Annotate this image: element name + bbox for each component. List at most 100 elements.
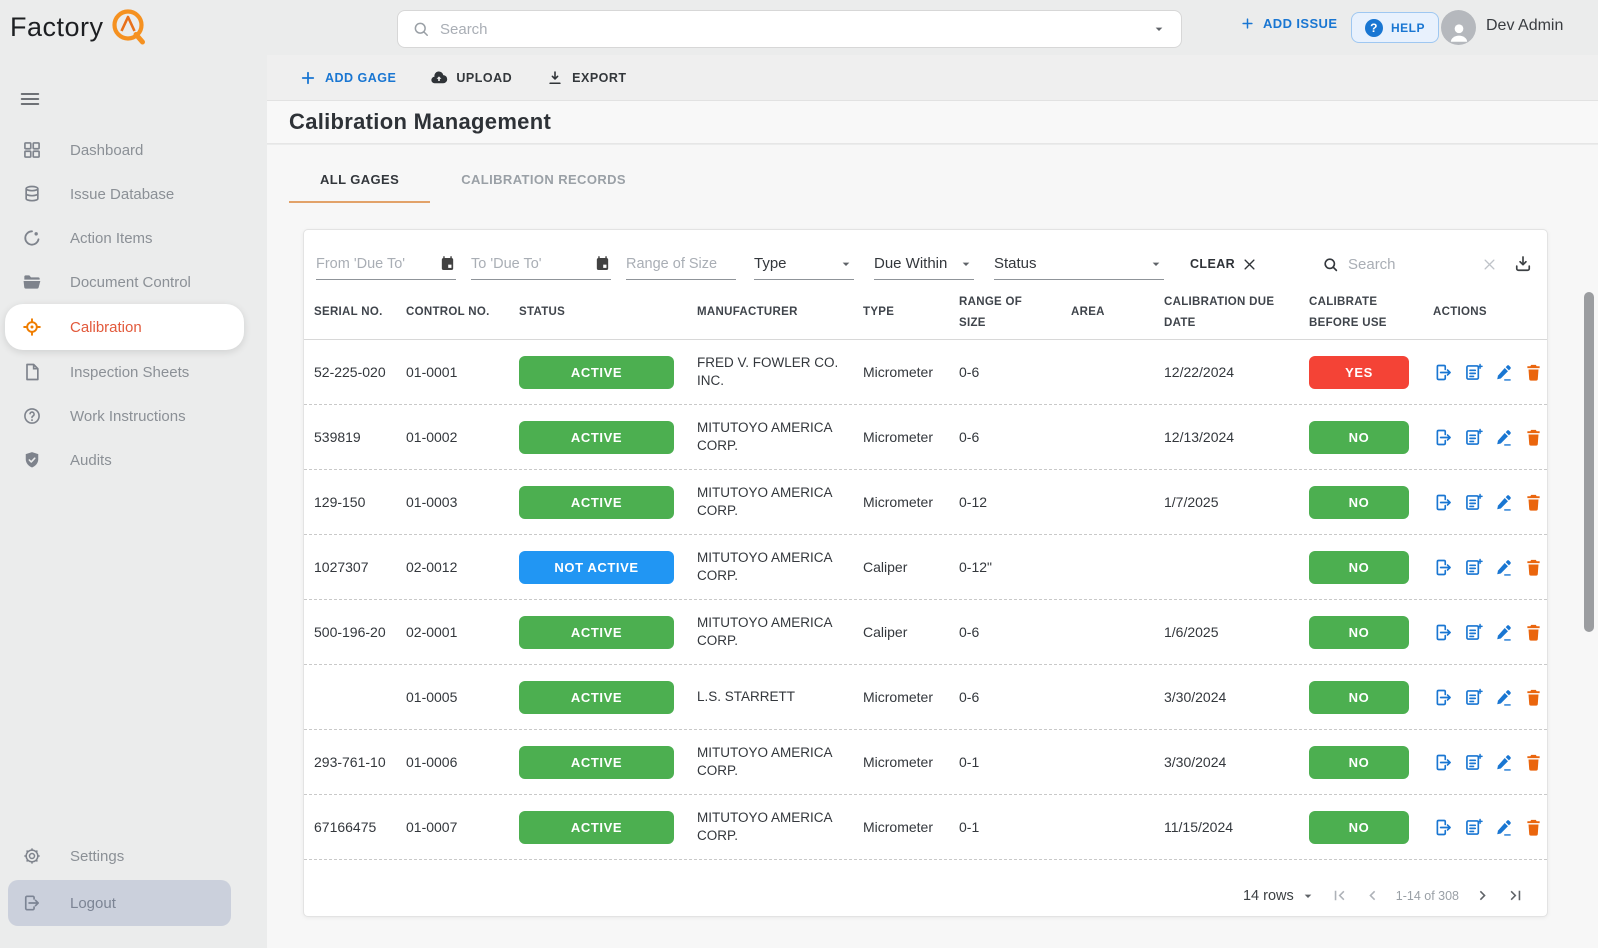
add-record-button[interactable] [1463,817,1484,838]
calibrate-before-use-badge: NO [1309,810,1409,844]
app-logo-icon [107,5,151,49]
clear-filters-label: CLEAR [1190,257,1236,271]
open-record-button[interactable] [1433,557,1454,578]
add-record-button[interactable] [1463,492,1484,513]
open-record-button[interactable] [1433,492,1454,513]
table-row: 67166475 01-0007 ACTIVE MITUTOYO AMERICA CO… [304,795,1547,860]
download-table-icon[interactable] [1513,254,1533,274]
gages-card: From 'Due To' To 'Due To' Range of Size … [303,229,1548,917]
open-record-button[interactable] [1433,687,1454,708]
sidebar-item-inspection-sheets[interactable]: Inspection Sheets [0,350,267,394]
manufacturer-cell: MITUTOYO AMERICA CORP. [697,484,832,518]
delete-record-button[interactable] [1523,427,1544,448]
clear-filters-button[interactable]: CLEAR [1190,257,1257,272]
control-no-cell: 02-0001 [406,624,458,640]
upload-button[interactable]: UPLOAD [424,69,518,87]
add-record-button[interactable] [1463,362,1484,383]
open-record-icon [1433,752,1454,773]
to-due-to-field[interactable]: To 'Due To' [471,248,611,280]
user-name[interactable]: Dev Admin [1486,17,1563,35]
sidebar-item-action-items[interactable]: Action Items [0,216,267,260]
next-page-icon[interactable] [1473,886,1492,905]
export-button[interactable]: EXPORT [540,69,632,87]
edit-record-button[interactable] [1493,362,1514,383]
manufacturer-cell: MITUTOYO AMERICA CORP. [697,419,832,453]
sidebar-item-calibration[interactable]: Calibration [5,304,244,350]
first-page-icon[interactable] [1330,886,1349,905]
add-issue-button[interactable]: ADD ISSUE [1240,16,1337,31]
actions-cell [1433,492,1558,513]
delete-record-button[interactable] [1523,362,1544,383]
range-of-size-cell: 0-12 [959,494,988,510]
delete-record-button[interactable] [1523,557,1544,578]
due-within-select[interactable]: Due Within [874,248,974,280]
edit-record-button[interactable] [1493,817,1514,838]
add-record-button[interactable] [1463,427,1484,448]
user-avatar[interactable] [1441,10,1476,45]
status-select[interactable]: Status [994,248,1164,280]
from-due-to-field[interactable]: From 'Due To' [316,248,456,280]
range-of-size-cell: 0-12" [959,559,992,575]
last-page-icon[interactable] [1506,886,1525,905]
sidebar-item-document-control[interactable]: Document Control [0,260,267,304]
edit-record-button[interactable] [1493,492,1514,513]
column-header-area: AREA [1071,306,1105,319]
open-record-button[interactable] [1433,427,1454,448]
status-cell: ACTIVE [519,680,697,714]
add-record-button[interactable] [1463,687,1484,708]
delete-record-button[interactable] [1523,752,1544,773]
delete-record-button[interactable] [1523,817,1544,838]
export-label: EXPORT [572,70,627,85]
rows-per-page-select[interactable]: 14 rows [1243,888,1316,904]
sidebar-item-work-instructions[interactable]: Work Instructions [0,394,267,438]
sidebar-item-issue-database[interactable]: Issue Database [0,172,267,216]
delete-record-button[interactable] [1523,492,1544,513]
page-title: Calibration Management [289,109,552,134]
delete-record-button[interactable] [1523,622,1544,643]
edit-record-button[interactable] [1493,687,1514,708]
previous-page-icon[interactable] [1363,886,1382,905]
open-record-button[interactable] [1433,817,1454,838]
status-badge: ACTIVE [519,680,674,714]
edit-record-button[interactable] [1493,427,1514,448]
scrollbar-thumb[interactable] [1584,292,1594,632]
open-record-button[interactable] [1433,752,1454,773]
sidebar-item-dashboard[interactable]: Dashboard [0,128,267,172]
to-due-to-placeholder: To 'Due To' [471,255,542,272]
trash-icon [1523,492,1544,513]
rows-per-page-label: 14 rows [1242,887,1294,904]
chevron-down-icon[interactable] [1151,21,1167,37]
global-search-input[interactable]: Search [397,10,1182,48]
main-content: ALL GAGES CALIBRATION RECORDS From 'Due T… [267,145,1598,948]
delete-record-button[interactable] [1523,687,1544,708]
open-record-button[interactable] [1433,362,1454,383]
sidebar-item-settings[interactable]: Settings [0,834,267,878]
add-gage-button[interactable]: ADD GAGE [293,69,402,87]
edit-record-button[interactable] [1493,622,1514,643]
trash-icon [1523,752,1544,773]
sidebar-item-audits[interactable]: Audits [0,438,267,482]
open-record-button[interactable] [1433,622,1454,643]
sidebar-item-label: Audits [70,451,112,469]
close-icon[interactable] [1482,257,1497,272]
calendar-icon[interactable] [594,255,611,272]
add-record-button[interactable] [1463,622,1484,643]
calendar-icon[interactable] [439,255,456,272]
trash-icon [1523,362,1544,383]
type-cell: Micrometer [863,754,934,770]
menu-toggle-icon[interactable] [19,88,41,110]
tab-calibration-records[interactable]: CALIBRATION RECORDS [430,157,657,203]
range-of-size-field[interactable]: Range of Size [626,248,736,280]
edit-record-button[interactable] [1493,752,1514,773]
add-record-button[interactable] [1463,557,1484,578]
sidebar-item-logout[interactable]: Logout [8,880,231,926]
tab-all-gages[interactable]: ALL GAGES [289,157,431,203]
sidebar-item-label: Action Items [70,229,153,247]
table-search-input[interactable]: Search [1322,256,1497,273]
type-select[interactable]: Type [754,248,854,280]
help-button[interactable]: ? HELP [1351,12,1440,43]
add-record-button[interactable] [1463,752,1484,773]
edit-record-button[interactable] [1493,557,1514,578]
due-within-select-label: Due Within [874,255,948,272]
due-date-cell: 12/13/2024 [1164,429,1235,445]
